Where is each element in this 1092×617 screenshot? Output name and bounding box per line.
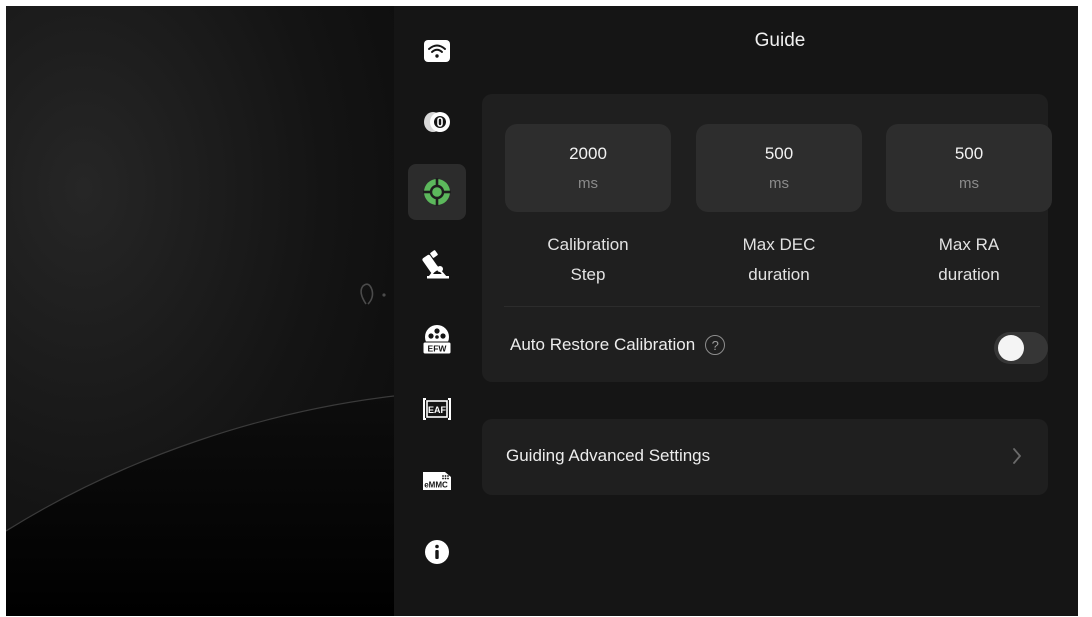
calibration-step-unit: ms xyxy=(578,174,598,192)
filter-wheel-icon-text: EFW xyxy=(428,344,448,354)
max-ra-duration-label: Max RA duration xyxy=(938,235,1000,284)
max-ra-duration-unit: ms xyxy=(959,174,979,192)
sidebar-item-focuser[interactable]: EAF xyxy=(408,381,466,437)
auto-restore-toggle[interactable] xyxy=(994,332,1048,364)
horizon-arc-decoration xyxy=(6,283,394,616)
guide-target-icon xyxy=(423,178,451,206)
focuser-icon: EAF xyxy=(423,398,451,420)
max-dec-duration-unit: ms xyxy=(769,174,789,192)
max-dec-duration-value: 500 xyxy=(764,143,794,163)
wifi-icon xyxy=(424,40,450,62)
auto-restore-row: Auto Restore Calibration ? xyxy=(510,335,726,355)
chevron-right-icon xyxy=(1013,448,1021,464)
sidebar-item-mount[interactable] xyxy=(408,237,466,293)
background-preview xyxy=(6,6,394,616)
focuser-icon-text: EAF xyxy=(428,405,447,415)
max-ra-duration-field[interactable]: 500 ms xyxy=(886,124,1052,212)
telescope-mount-icon xyxy=(422,250,449,279)
max-dec-duration-label: Max DEC duration xyxy=(742,235,816,284)
sidebar-item-camera[interactable] xyxy=(408,94,466,150)
sidebar-item-info[interactable] xyxy=(408,524,466,580)
guiding-advanced-settings-row[interactable]: Guiding Advanced Settings xyxy=(482,419,1048,495)
toggle-knob xyxy=(998,335,1024,361)
camera-icon xyxy=(424,112,450,132)
divider xyxy=(504,306,1040,307)
info-icon xyxy=(425,540,449,564)
sidebar-item-wifi[interactable] xyxy=(408,23,466,79)
max-ra-duration-value: 500 xyxy=(954,143,984,163)
page-title: Guide xyxy=(754,30,806,51)
max-dec-duration-field[interactable]: 500 ms xyxy=(696,124,862,212)
calibration-step-value: 2000 xyxy=(569,143,607,163)
guiding-advanced-settings-label: Guiding Advanced Settings xyxy=(506,446,711,465)
calibration-step-label: Calibration Step xyxy=(547,235,629,284)
auto-restore-label: Auto Restore Calibration xyxy=(510,335,696,354)
calibration-card: 2000 ms Calibration Step 500 ms Max DEC … xyxy=(482,94,1052,382)
sidebar: EFW EAF eMMC xyxy=(394,6,482,616)
storage-icon-text: eMMC xyxy=(424,481,448,490)
sidebar-item-storage[interactable]: eMMC xyxy=(408,452,466,508)
param-max-ra-duration: 500 ms Max RA duration xyxy=(886,124,1052,290)
param-calibration-step: 2000 ms Calibration Step xyxy=(505,124,671,290)
calibration-step-field[interactable]: 2000 ms xyxy=(505,124,671,212)
storage-icon: eMMC xyxy=(423,472,451,490)
sidebar-item-guide[interactable] xyxy=(408,164,466,220)
settings-panel: EFW EAF eMMC Guide 2000 ms Calibration S… xyxy=(394,6,1078,616)
help-icon[interactable]: ? xyxy=(705,335,726,355)
sidebar-item-filter-wheel[interactable]: EFW xyxy=(408,312,466,368)
filter-wheel-icon: EFW xyxy=(422,325,452,355)
param-max-dec-duration: 500 ms Max DEC duration xyxy=(696,124,862,290)
